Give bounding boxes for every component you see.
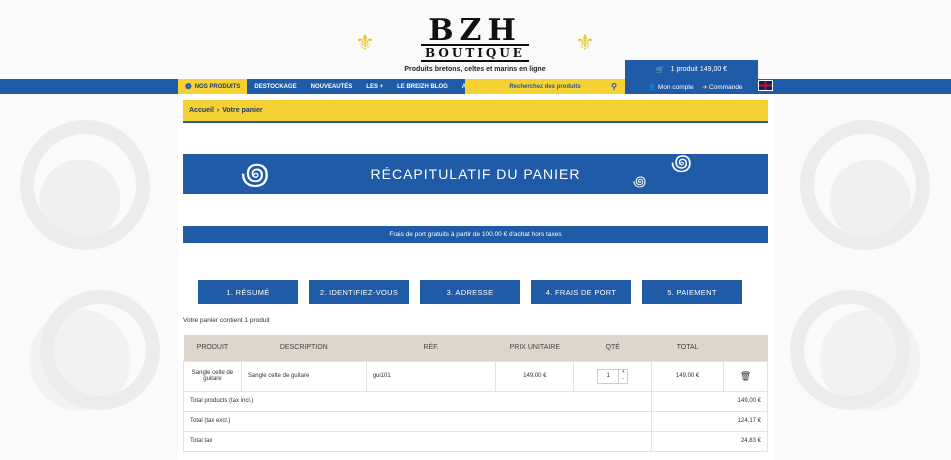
nav-item-products[interactable]: ❁ NOS PRODUITS (178, 79, 248, 94)
cart-icon: 🛒 (655, 66, 665, 74)
cart-summary-button[interactable]: 🛒 1 produit 149,00 € (625, 60, 758, 79)
step-address[interactable]: 3. ADRESSE (420, 280, 520, 304)
nav-item-destockage[interactable]: DESTOCKAGE (247, 79, 303, 94)
col-ref: RÉF. (366, 335, 496, 361)
total-cell: 149,00 € (651, 360, 725, 392)
total-value: 24,83 € (651, 430, 768, 452)
table-row: Sangle celte de guitare Sangle celte de … (183, 360, 768, 392)
ref-cell: gui101 (365, 360, 497, 392)
main-nav: ❁ NOS PRODUITS DESTOCKAGE NOUVEAUTÉS LES… (178, 79, 500, 94)
total-row: Total (tax excl.) 124,17 € (182, 410, 768, 432)
logo-subtitle: BOUTIQUE (421, 44, 529, 62)
col-unit-price: PRIX UNITAIRE (495, 335, 574, 361)
nav-item-les-plus[interactable]: LES + (359, 79, 390, 94)
col-description: DESCRIPTION (241, 335, 367, 361)
unit-price-cell: 149,00 € (495, 360, 575, 392)
quantity-stepper[interactable]: 1 + - (597, 368, 629, 384)
step-summary[interactable]: 1. RÉSUMÉ (198, 280, 298, 304)
delete-icon[interactable]: 🗑 (723, 360, 768, 392)
logo-title: BZH (428, 13, 522, 48)
page-title: RÉCAPITULATIF DU PANIER (370, 166, 581, 182)
nav-item-nouveautes[interactable]: NOUVEAUTÉS (304, 79, 360, 94)
cart-table: PRODUIT DESCRIPTION RÉF. PRIX UNITAIRE Q… (182, 335, 768, 452)
breadcrumb-home[interactable]: Accueil (189, 107, 214, 114)
account-links: 👤 Mon compte ➜ Commande (648, 79, 743, 94)
increase-qty-button[interactable]: + (619, 369, 627, 376)
breadcrumb-current: Votre panier (222, 107, 263, 114)
user-icon: 👤 (648, 83, 657, 91)
step-shipping[interactable]: 4. FRAIS DE PORT (531, 280, 631, 304)
page-title-banner: ꩜ ꩜ ꩜ RÉCAPITULATIF DU PANIER (183, 150, 768, 194)
total-label: Total products (tax incl.) (182, 390, 653, 412)
search-icon[interactable]: ⚲ (611, 82, 617, 91)
site-logo[interactable]: BZH BOUTIQUE Produits bretons, celtes et… (355, 13, 595, 76)
shipping-notice: Frais de port gratuits à partir de 100.0… (183, 226, 768, 243)
cart-count-text: Votre panier contient 1 produit (183, 317, 270, 324)
step-payment[interactable]: 5. PAIEMENT (642, 280, 742, 304)
search-input[interactable]: Recherchez des produits ⚲ (465, 79, 625, 94)
total-value: 149,00 € (651, 390, 768, 412)
table-header-row: PRODUIT DESCRIPTION RÉF. PRIX UNITAIRE Q… (183, 335, 768, 361)
celtic-knot-decoration (800, 120, 930, 250)
col-qty: QTÉ (573, 335, 652, 361)
col-total: TOTAL (651, 335, 724, 361)
col-product: PRODUIT (183, 335, 242, 361)
celtic-knot-decoration (40, 290, 160, 410)
triskel-icon: ❁ (185, 82, 192, 91)
search-placeholder: Recherchez des produits (509, 83, 581, 90)
nav-item-blog[interactable]: LE BREIZH BLOG (390, 79, 455, 94)
total-label: Total tax (182, 430, 653, 452)
checkout-steps: 1. RÉSUMÉ 2. IDENTIFIEZ-VOUS 3. ADRESSE … (198, 280, 742, 304)
product-cell[interactable]: Sangle celte de guitare (183, 360, 242, 392)
total-row: Total tax 24,83 € (182, 430, 768, 452)
step-login[interactable]: 2. IDENTIFIEZ-VOUS (309, 280, 409, 304)
nav-item-label: NOS PRODUITS (194, 83, 241, 90)
triskel-icon: ꩜ (671, 150, 693, 175)
total-label: Total (tax excl.) (182, 410, 653, 432)
stepper-buttons: + - (618, 369, 627, 383)
decrease-qty-button[interactable]: - (619, 376, 627, 383)
orders-link[interactable]: ➜ Commande (702, 83, 743, 91)
celtic-knot-decoration (790, 290, 910, 410)
col-actions (723, 335, 768, 361)
quantity-value[interactable]: 1 (598, 373, 618, 379)
qty-cell: 1 + - (573, 360, 653, 392)
breadcrumb: Accueil › Votre panier (183, 100, 768, 123)
breadcrumb-separator: › (216, 107, 220, 114)
account-link[interactable]: 👤 Mon compte (648, 83, 694, 91)
description-cell[interactable]: Sangle celte de guitare (240, 360, 367, 392)
triskel-icon: ꩜ (241, 158, 271, 191)
cart-summary-text: 1 produit 149,00 € (670, 66, 728, 73)
celtic-knot-decoration (20, 120, 150, 250)
total-row: Total products (tax incl.) 149,00 € (182, 390, 768, 412)
arrow-circle-icon: ➜ (701, 83, 708, 91)
logo-tagline: Produits bretons, celtes et marins en li… (404, 66, 546, 73)
uk-flag-icon[interactable] (758, 80, 773, 91)
orders-label: Commande (708, 83, 743, 91)
account-label: Mon compte (657, 83, 694, 91)
triskel-icon: ꩜ (633, 173, 648, 189)
total-value: 124,17 € (651, 410, 768, 432)
